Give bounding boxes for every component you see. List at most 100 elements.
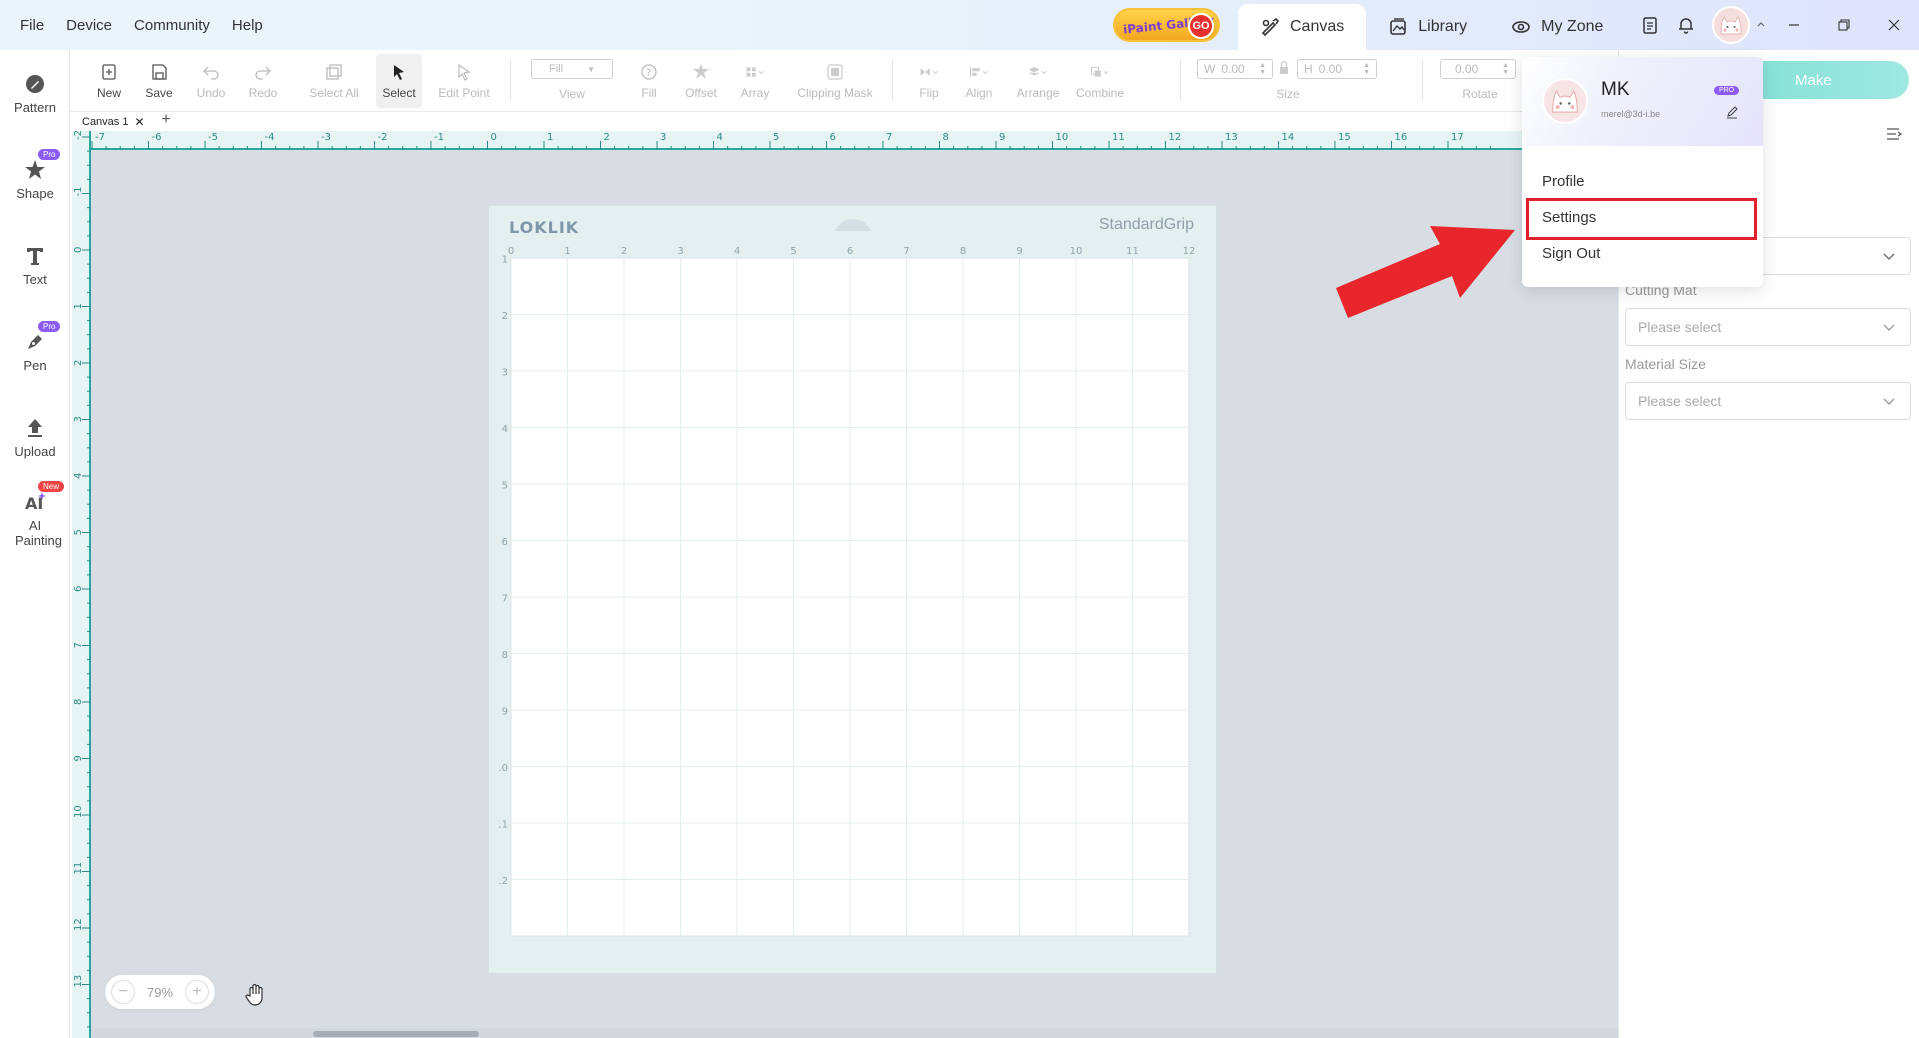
arrange-label: Arrange — [1016, 86, 1060, 100]
menu-device[interactable]: Device — [66, 17, 112, 34]
hand-pan-icon[interactable] — [242, 980, 270, 1008]
lock-ratio-icon[interactable] — [1274, 59, 1294, 80]
close-window-button[interactable] — [1869, 0, 1919, 50]
ruler-label: 2 — [73, 360, 84, 366]
collapse-panel-icon[interactable] — [1885, 125, 1903, 143]
scrollbar-thumb[interactable] — [313, 1031, 479, 1037]
ruler-label: 11 — [1112, 132, 1125, 143]
toolbar-divider — [1180, 60, 1181, 100]
ruler-label: 6 — [73, 586, 84, 592]
menu-community[interactable]: Community — [134, 17, 210, 34]
select-all-button[interactable]: Select All — [298, 54, 370, 108]
material-size-select[interactable]: Please select — [1625, 382, 1911, 420]
combine-button[interactable]: Combine — [1070, 54, 1130, 108]
height-input[interactable]: H 0.00 ▲ ▼ — [1297, 59, 1377, 79]
horizontal-ruler: in-7-6-5-4-3-2-1012345678910111213141516… — [72, 131, 1618, 150]
save-button[interactable]: Save — [138, 54, 180, 108]
tool-upload-label: Upload — [14, 444, 56, 459]
redo-button[interactable]: Redo — [242, 54, 284, 108]
height-prefix: H — [1304, 62, 1313, 76]
tab-myzone[interactable]: My Zone — [1489, 4, 1625, 50]
menu-item-profile[interactable]: Profile — [1542, 173, 1585, 190]
ruler-label: 6 — [830, 132, 836, 143]
tab-myzone-label: My Zone — [1541, 18, 1604, 35]
chevron-up-icon[interactable] — [1756, 15, 1766, 35]
new-button[interactable]: New — [88, 54, 130, 108]
spinner-icon: ▲ ▼ — [1363, 62, 1370, 76]
ruler-label: 3 — [660, 132, 666, 143]
profile-avatar[interactable] — [1542, 78, 1588, 124]
ruler-label: 15 — [1338, 132, 1351, 143]
clipping-mask-button[interactable]: Clipping Mask — [790, 54, 880, 108]
tasks-icon[interactable] — [1640, 15, 1660, 35]
minimize-button[interactable] — [1769, 0, 1819, 50]
add-canvas-button[interactable]: + — [156, 112, 176, 130]
rotate-input[interactable]: 0.00 ▲ ▼ — [1440, 59, 1516, 79]
mat-left-label: 9 — [502, 707, 508, 718]
zoom-in-button[interactable]: + — [185, 980, 209, 1004]
menu-file[interactable]: File — [20, 17, 44, 34]
vertical-ruler: -2 -1 0 1 2 3 4 5 6 7 8 9 10 11 12 13 — [72, 131, 91, 1038]
tab-library[interactable]: Library — [1366, 4, 1489, 50]
cutting-mat-select[interactable]: Please select — [1625, 308, 1911, 346]
new-label: New — [96, 86, 121, 100]
gallery-banner-button[interactable]: iPaint Gallery GO — [1113, 8, 1220, 42]
tool-upload[interactable]: Upload — [0, 416, 70, 459]
ruler-label: -5 — [208, 132, 218, 143]
tool-pen-label: Pen — [23, 358, 47, 373]
profile-name: MK — [1601, 79, 1630, 100]
tool-shape-label: Shape — [16, 186, 54, 201]
zoom-out-button[interactable]: − — [111, 980, 135, 1004]
bell-icon[interactable] — [1676, 15, 1696, 35]
flip-button[interactable]: Flip — [906, 54, 952, 108]
tool-text-label: Text — [23, 272, 47, 287]
horizontal-scrollbar[interactable] — [91, 1028, 1618, 1038]
width-input[interactable]: W 0.00 ▲ ▼ — [1197, 59, 1273, 79]
cutting-mat-placeholder: Please select — [1638, 319, 1722, 335]
mat-type-label: StandardGrip — [1098, 216, 1194, 233]
mat-top-label: 2 — [621, 246, 627, 257]
align-button[interactable]: Align — [956, 54, 1002, 108]
tool-shape[interactable]: Pro Shape — [0, 149, 70, 201]
ruler-label: 0 — [73, 247, 84, 253]
tool-pattern[interactable]: Pattern — [0, 72, 70, 115]
save-icon — [152, 64, 167, 80]
fill-button[interactable]: ? Fill — [628, 54, 670, 108]
ruler-label: 10 — [1056, 132, 1069, 143]
ruler-label: 7 — [73, 642, 84, 648]
tool-pen[interactable]: Pro Pen — [0, 321, 70, 373]
tab-canvas[interactable]: Canvas — [1238, 4, 1367, 50]
fill-label: Fill — [641, 86, 657, 100]
ruler-label: 8 — [943, 132, 949, 143]
menu-item-sign-out[interactable]: Sign Out — [1542, 245, 1600, 262]
ruler-label: 12 — [73, 918, 84, 931]
edit-point-button[interactable]: Edit Point — [428, 54, 500, 108]
tool-ai-painting[interactable]: New AI AI Painting — [0, 481, 70, 548]
align-label: Align — [965, 86, 993, 100]
flip-label: Flip — [919, 86, 939, 100]
array-button[interactable]: Array — [730, 54, 780, 108]
rotate-caption: Rotate — [1462, 87, 1498, 101]
zoom-value: 79% — [146, 984, 174, 1000]
canvas-tab[interactable]: Canvas 1 ✕ — [82, 113, 145, 131]
window-controls — [1769, 0, 1919, 50]
arrange-button[interactable]: Arrange — [1010, 54, 1066, 108]
menu-bar: File Device Community Help — [20, 0, 263, 50]
mat-left-label: 4 — [502, 424, 508, 435]
restore-button[interactable] — [1819, 0, 1869, 50]
close-tab-icon[interactable]: ✕ — [134, 115, 144, 129]
menu-help[interactable]: Help — [232, 17, 263, 34]
top-icons — [1640, 0, 1766, 50]
view-mode-select[interactable]: Fill ▼ — [531, 59, 613, 79]
mat-left-label: 2 — [502, 311, 508, 322]
edit-profile-icon[interactable] — [1725, 105, 1739, 119]
offset-button[interactable]: Offset — [676, 54, 726, 108]
menu-item-settings[interactable]: Settings — [1542, 209, 1596, 226]
user-avatar[interactable] — [1712, 6, 1750, 44]
pen-icon — [28, 335, 42, 349]
undo-button[interactable]: Undo — [190, 54, 232, 108]
view-label: View — [559, 87, 585, 101]
select-button[interactable]: Select — [376, 54, 422, 108]
tool-text[interactable]: Text — [0, 244, 70, 287]
chevron-down-icon — [1883, 398, 1895, 405]
